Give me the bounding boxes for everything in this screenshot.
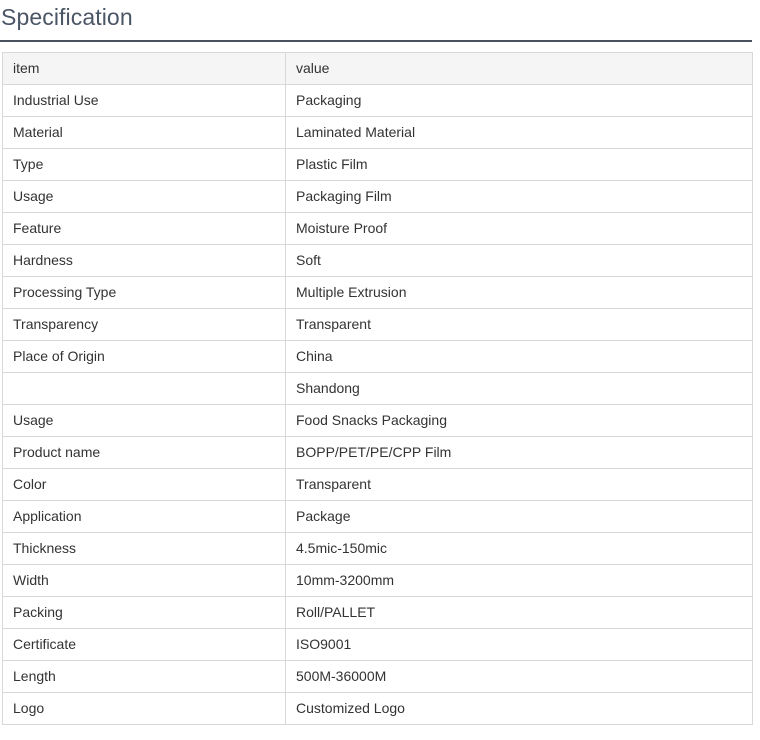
- cell-item: Packing: [2, 596, 286, 629]
- cell-value: Multiple Extrusion: [285, 276, 753, 309]
- table-row: Usage Packaging Film: [2, 180, 753, 213]
- cell-value: Food Snacks Packaging: [285, 404, 753, 437]
- title-divider: [0, 40, 752, 42]
- specification-table: item value Industrial Use Packaging Materi…: [2, 52, 753, 725]
- table-row: Length 500M-36000M: [2, 660, 753, 693]
- specification-table-body: item value Industrial Use Packaging Materi…: [2, 52, 753, 725]
- cell-item: Thickness: [2, 532, 286, 565]
- table-row: Hardness Soft: [2, 244, 753, 277]
- cell-item: Usage: [2, 180, 286, 213]
- cell-value: Soft: [285, 244, 753, 277]
- cell-value: Plastic Film: [285, 148, 753, 181]
- cell-item: Transparency: [2, 308, 286, 341]
- cell-item: Logo: [2, 692, 286, 725]
- cell-value: 10mm-3200mm: [285, 564, 753, 597]
- cell-item: Place of Origin: [2, 340, 286, 373]
- table-row: Width 10mm-3200mm: [2, 564, 753, 597]
- header-cell-item: item: [2, 52, 286, 85]
- cell-item: Material: [2, 116, 286, 149]
- table-row: Logo Customized Logo: [2, 692, 753, 725]
- cell-value: BOPP/PET/PE/CPP Film: [285, 436, 753, 469]
- table-row: Usage Food Snacks Packaging: [2, 404, 753, 437]
- table-row: Feature Moisture Proof: [2, 212, 753, 245]
- cell-value: Customized Logo: [285, 692, 753, 725]
- cell-value: Laminated Material: [285, 116, 753, 149]
- cell-item: Color: [2, 468, 286, 501]
- cell-item: Application: [2, 500, 286, 533]
- section-title: Specification: [1, 4, 133, 30]
- table-row: Type Plastic Film: [2, 148, 753, 181]
- table-row: Place of Origin China: [2, 340, 753, 373]
- table-row: Packing Roll/PALLET: [2, 596, 753, 629]
- cell-item: Usage: [2, 404, 286, 437]
- table-row: Color Transparent: [2, 468, 753, 501]
- table-row: Transparency Transparent: [2, 308, 753, 341]
- cell-value: 4.5mic-150mic: [285, 532, 753, 565]
- cell-value: Packaging: [285, 84, 753, 117]
- cell-value: Moisture Proof: [285, 212, 753, 245]
- table-row: Industrial Use Packaging: [2, 84, 753, 117]
- cell-item: Width: [2, 564, 286, 597]
- cell-value: Transparent: [285, 308, 753, 341]
- cell-value: Package: [285, 500, 753, 533]
- cell-value: China: [285, 340, 753, 373]
- cell-item: Type: [2, 148, 286, 181]
- cell-value: 500M-36000M: [285, 660, 753, 693]
- header-cell-value: value: [285, 52, 753, 85]
- cell-value: Packaging Film: [285, 180, 753, 213]
- cell-item: [2, 372, 286, 405]
- cell-item: Feature: [2, 212, 286, 245]
- cell-item: Product name: [2, 436, 286, 469]
- table-row: Thickness 4.5mic-150mic: [2, 532, 753, 565]
- cell-item: Length: [2, 660, 286, 693]
- table-row: Processing Type Multiple Extrusion: [2, 276, 753, 309]
- cell-value: Roll/PALLET: [285, 596, 753, 629]
- cell-item: Processing Type: [2, 276, 286, 309]
- cell-value: Transparent: [285, 468, 753, 501]
- cell-value: ISO9001: [285, 628, 753, 661]
- cell-item: Industrial Use: [2, 84, 286, 117]
- table-header-row: item value: [2, 52, 753, 85]
- table-row: Application Package: [2, 500, 753, 533]
- cell-item: Hardness: [2, 244, 286, 277]
- table-row: Product name BOPP/PET/PE/CPP Film: [2, 436, 753, 469]
- cell-value: Shandong: [285, 372, 753, 405]
- table-row: Shandong: [2, 372, 753, 405]
- table-row: Certificate ISO9001: [2, 628, 753, 661]
- table-row: Material Laminated Material: [2, 116, 753, 149]
- cell-item: Certificate: [2, 628, 286, 661]
